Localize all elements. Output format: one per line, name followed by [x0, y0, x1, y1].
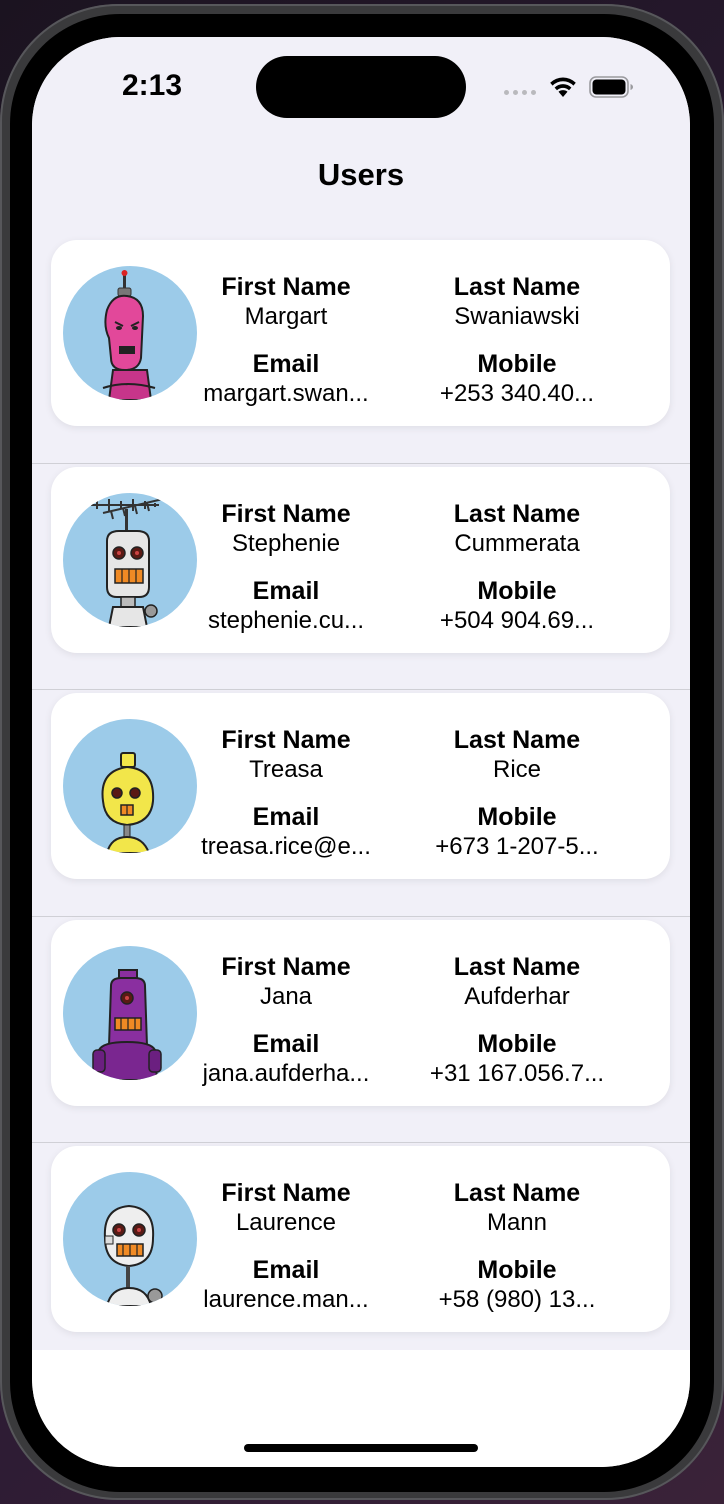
first-name-label: First Name — [221, 1179, 351, 1207]
first-name-field: First Name Laurence — [186, 1178, 386, 1238]
cellular-signal-icon — [504, 90, 536, 95]
last-name-label: Last Name — [453, 726, 581, 754]
mobile-value: +504 904.69... — [439, 606, 595, 634]
last-name-label: Last Name — [453, 1179, 581, 1207]
list-item[interactable]: First Name Jana Last Name Aufderhar Emai… — [32, 917, 690, 1143]
email-label: Email — [252, 1029, 320, 1058]
email-field: Email margart.swan... — [186, 349, 386, 409]
mobile-label: Mobile — [477, 1256, 557, 1284]
list-item[interactable]: First Name Margart Last Name Swaniawski … — [32, 237, 690, 464]
last-name-field: Last Name Aufderhar — [417, 952, 617, 1012]
user-card[interactable]: First Name Stephenie Last Name Cummerata… — [51, 466, 670, 653]
first-name-field: First Name Stephenie — [186, 499, 386, 559]
first-name-value: Treasa — [249, 756, 323, 783]
first-name-field: First Name Treasa — [186, 725, 386, 785]
mobile-field: Mobile +504 904.69... — [417, 576, 617, 636]
last-name-value: Aufderhar — [464, 982, 570, 1010]
user-card[interactable]: First Name Treasa Last Name Rice Email t… — [51, 693, 670, 879]
email-value: treasa.rice@e... — [201, 833, 371, 860]
status-bar: 2:13 — [32, 37, 690, 137]
user-card[interactable]: First Name Laurence Last Name Mann Email… — [51, 1146, 670, 1332]
mobile-label: Mobile — [477, 803, 557, 831]
antenna-robot-avatar — [63, 492, 197, 627]
last-name-value: Swaniawski — [454, 303, 580, 330]
first-name-label: First Name — [221, 499, 351, 528]
list-item[interactable]: First Name Treasa Last Name Rice Email t… — [32, 690, 690, 917]
pink-robot-avatar — [63, 266, 197, 400]
white-robot-avatar — [63, 1172, 197, 1306]
last-name-field: Last Name Swaniawski — [417, 272, 617, 332]
mobile-field: Mobile +58 (980) 13... — [417, 1255, 617, 1315]
last-name-field: Last Name Mann — [417, 1178, 617, 1238]
home-indicator[interactable] — [244, 1444, 478, 1452]
dynamic-island — [256, 56, 466, 118]
list-item[interactable]: First Name Stephenie Last Name Cummerata… — [32, 464, 690, 690]
first-name-field: First Name Jana — [186, 952, 386, 1012]
last-name-field: Last Name Cummerata — [417, 499, 617, 559]
last-name-field: Last Name Rice — [417, 725, 617, 785]
last-name-value: Rice — [492, 756, 541, 783]
first-name-label: First Name — [221, 273, 351, 301]
app-screen: 2:13 Users First Name Margart Last Name … — [32, 37, 690, 1467]
email-value: margart.swan... — [203, 380, 369, 407]
last-name-label: Last Name — [453, 273, 581, 301]
first-name-value: Stephenie — [231, 529, 341, 557]
last-name-value: Mann — [486, 1209, 548, 1236]
purple-robot-avatar — [63, 945, 197, 1080]
first-name-field: First Name Margart — [186, 272, 386, 332]
email-label: Email — [252, 1256, 320, 1284]
user-card[interactable]: First Name Jana Last Name Aufderhar Emai… — [51, 919, 670, 1106]
last-name-value: Cummerata — [454, 529, 580, 557]
mobile-label: Mobile — [477, 1029, 557, 1058]
status-time: 2:13 — [122, 69, 183, 102]
email-label: Email — [252, 350, 320, 378]
first-name-value: Margart — [244, 303, 328, 330]
mobile-field: Mobile +253 340.40... — [417, 349, 617, 409]
email-field: Email treasa.rice@e... — [186, 802, 386, 862]
mobile-value: +253 340.40... — [439, 380, 595, 407]
user-card[interactable]: First Name Margart Last Name Swaniawski … — [51, 240, 670, 426]
email-label: Email — [252, 803, 320, 831]
email-value: laurence.man... — [203, 1286, 369, 1313]
email-label: Email — [252, 576, 320, 605]
email-field: Email stephenie.cu... — [186, 576, 386, 636]
first-name-value: Laurence — [235, 1209, 337, 1236]
email-field: Email jana.aufderha... — [186, 1029, 386, 1089]
yellow-robot-avatar — [63, 719, 197, 853]
list-item[interactable]: First Name Laurence Last Name Mann Email… — [32, 1143, 690, 1370]
email-value: stephenie.cu... — [207, 606, 365, 634]
mobile-label: Mobile — [477, 576, 557, 605]
mobile-value: +31 167.056.7... — [429, 1059, 605, 1087]
mobile-field: Mobile +673 1-207-5... — [417, 802, 617, 862]
last-name-label: Last Name — [453, 499, 581, 528]
mobile-field: Mobile +31 167.056.7... — [417, 1029, 617, 1089]
user-list: First Name Margart Last Name Swaniawski … — [32, 237, 690, 1370]
mobile-value: +673 1-207-5... — [435, 833, 599, 860]
email-field: Email laurence.man... — [186, 1255, 386, 1315]
page-title: Users — [317, 157, 405, 192]
email-value: jana.aufderha... — [202, 1059, 370, 1087]
first-name-value: Jana — [259, 982, 313, 1010]
battery-icon — [589, 76, 633, 98]
mobile-label: Mobile — [477, 350, 557, 378]
wifi-icon — [550, 77, 576, 97]
last-name-label: Last Name — [453, 952, 581, 981]
mobile-value: +58 (980) 13... — [438, 1286, 596, 1313]
first-name-label: First Name — [221, 952, 351, 981]
first-name-label: First Name — [221, 726, 351, 754]
